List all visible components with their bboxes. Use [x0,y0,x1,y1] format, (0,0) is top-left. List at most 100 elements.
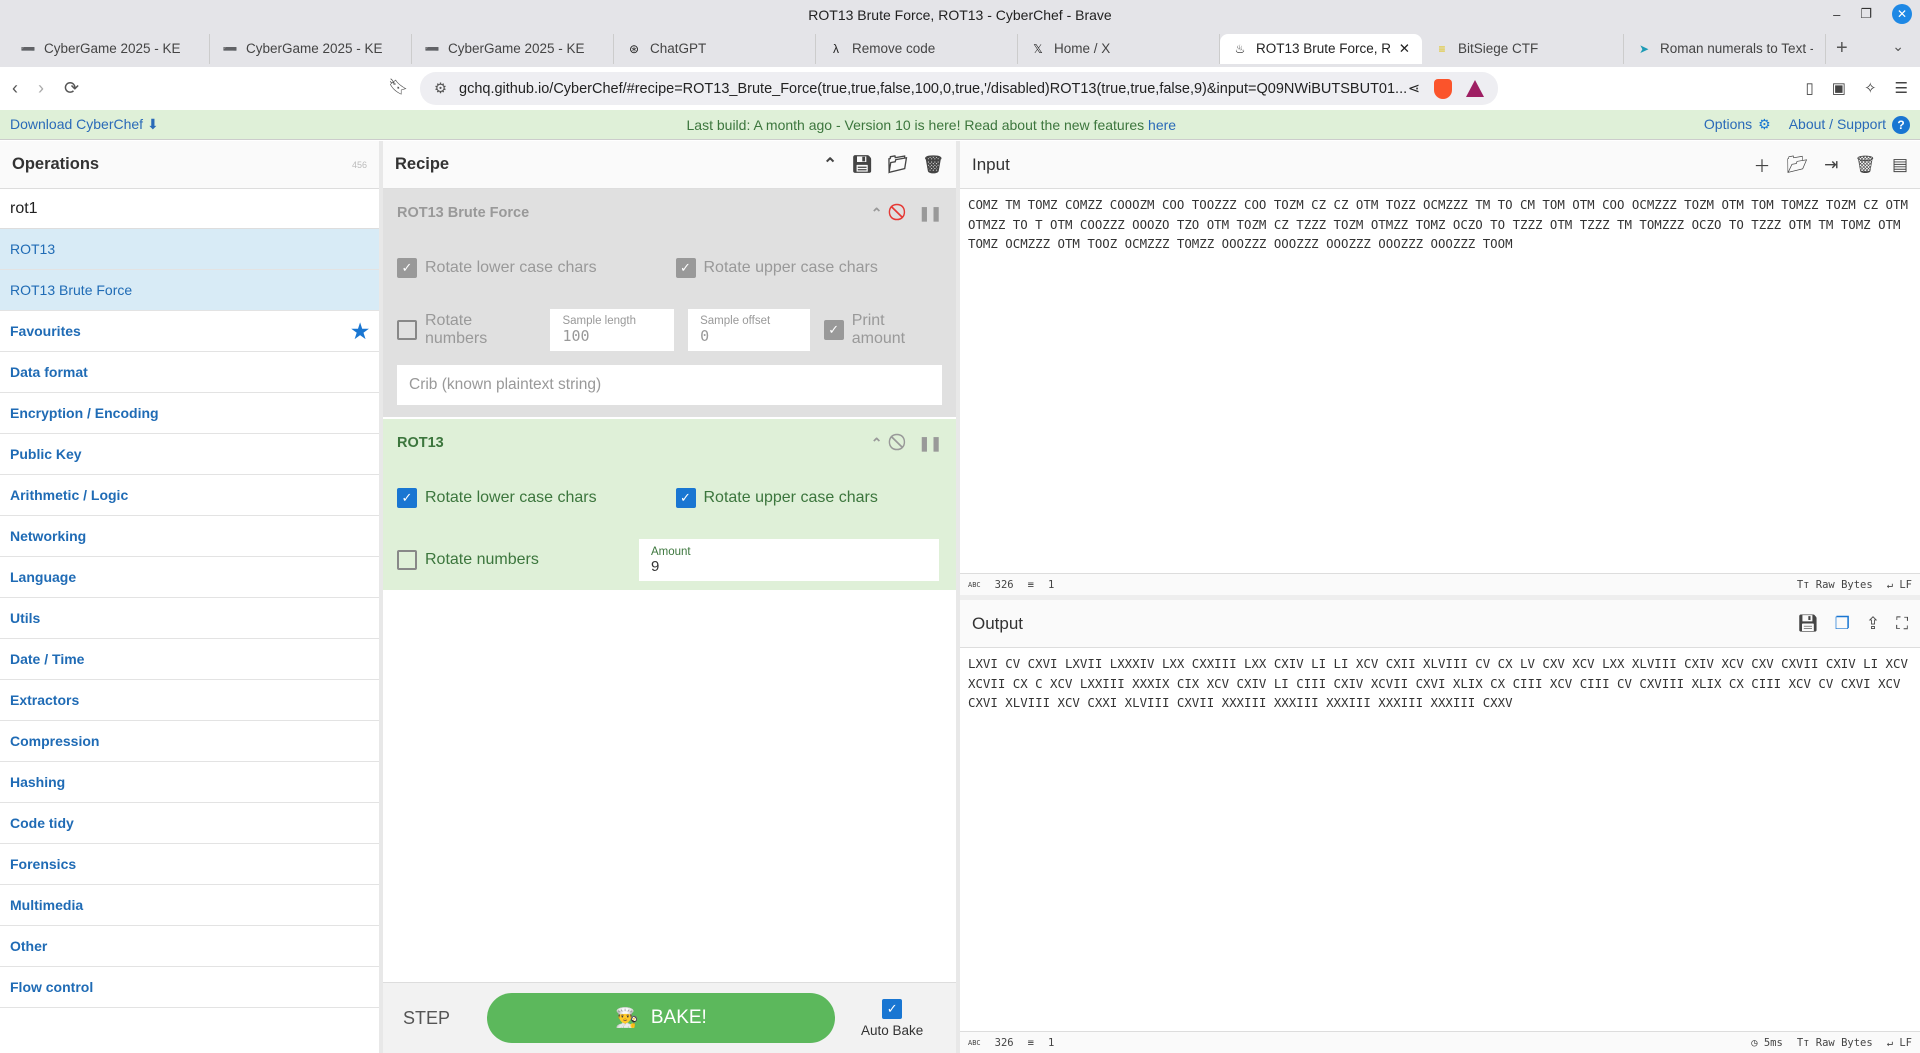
url-field[interactable]: ⚙︎ gchq.github.io/CyberChef/#recipe=ROT1… [420,72,1498,105]
eol-button[interactable]: ↵ LF [1887,1037,1912,1049]
browser-tab[interactable]: ➖ CyberGame 2025 - KE [210,33,412,64]
open-folder-icon[interactable]: ⇥ [1824,155,1838,175]
category-multimedia[interactable]: Multimedia [0,885,379,926]
share-icon[interactable]: ⋖ [1408,81,1420,97]
operations-search-input[interactable]: rot1 [0,189,379,229]
category-other[interactable]: Other [0,926,379,967]
category-label: Date / Time [10,651,85,667]
category-flow-control[interactable]: Flow control [0,967,379,1008]
rotate-lower-checkbox[interactable]: ✓ Rotate lower case chars [397,258,664,278]
download-cyberchef-link[interactable]: Download CyberChef ⬇ [10,116,159,133]
rotate-lower-checkbox[interactable]: ✓ Rotate lower case chars [397,488,664,508]
about-support-button[interactable]: About / Support? [1789,115,1910,134]
category-label: Code tidy [10,815,74,831]
rotate-numbers-checkbox[interactable]: Rotate numbers [397,550,627,570]
sidebar-toggle-icon[interactable]: ▯ [1806,79,1814,97]
amount-field[interactable]: Amount 9 [639,539,939,581]
category-hashing[interactable]: Hashing [0,762,379,803]
step-button[interactable]: STEP [403,1008,471,1029]
browser-tab[interactable]: ⊛ ChatGPT [614,33,816,64]
clear-input-icon[interactable]: 🗑︎ [1854,155,1876,175]
category-utils[interactable]: Utils [0,598,379,639]
rotate-upper-checkbox[interactable]: ✓ Rotate upper case chars [675,488,943,508]
site-settings-icon[interactable]: ⚙︎ [434,81,447,97]
bake-button[interactable]: 👨‍🍳 BAKE! [487,993,835,1043]
recipe-op-rot13[interactable]: ROT13⌃⃠❚❚ ✓Rotate lower case chars✓Rotat… [383,417,956,590]
browser-tab[interactable]: ≡ BitSiege CTF [1422,33,1624,64]
browser-tab[interactable]: ♨ ROT13 Brute Force, R ✕ [1220,33,1422,64]
sample-length-field[interactable]: Sample length 100 [550,309,675,351]
category-label: Networking [10,528,87,544]
eol-button[interactable]: ↵ LF [1887,579,1912,591]
add-input-tab-icon[interactable]: ＋ [1754,152,1771,177]
url-text[interactable]: gchq.github.io/CyberChef/#recipe=ROT13_B… [459,81,1408,97]
download-label: Download CyberChef [10,116,144,132]
save-recipe-icon[interactable]: 💾︎ [851,155,873,175]
collapse-icon[interactable]: ⌃ [871,435,883,452]
category-public-key[interactable]: Public Key [0,434,379,475]
new-tab-button[interactable]: + [1836,37,1848,60]
print-amount-checkbox[interactable]: ✓ Print amount [823,312,942,348]
replace-input-icon[interactable]: ⇪ [1866,614,1880,634]
crib-input[interactable]: Crib (known plaintext string) [397,365,942,405]
category-arithmetic-logic[interactable]: Arithmetic / Logic [0,475,379,516]
auto-bake-checkbox[interactable]: ✓ Auto Bake [861,998,923,1038]
load-recipe-icon[interactable]: 📁︎ [887,155,909,175]
io-panel: Input ＋ 📂︎ ⇥ 🗑︎ ▤ COMZ TM TOMZ COMZZ COOOZM … [960,141,1920,1053]
bake-bar: STEP 👨‍🍳 BAKE! ✓ Auto Bake [383,982,956,1053]
encoding-button[interactable]: Tт Raw Bytes [1797,579,1873,591]
close-window-button[interactable]: ✕ [1892,4,1912,24]
open-file-icon[interactable]: 📂︎ [1787,155,1809,175]
leo-ai-icon[interactable]: ✧ [1864,79,1877,97]
minimize-button[interactable]: – [1833,7,1840,22]
category-extractors[interactable]: Extractors [0,680,379,721]
clear-recipe-icon[interactable]: 🗑︎ [922,155,944,175]
collapse-icon[interactable]: ⌃ [871,205,883,222]
category-forensics[interactable]: Forensics [0,844,379,885]
category-networking[interactable]: Networking [0,516,379,557]
browser-tab[interactable]: ➖ CyberGame 2025 - KE [8,33,210,64]
browser-tab[interactable]: λ Remove code [816,33,1018,64]
brave-rewards-icon[interactable] [1466,80,1484,97]
copy-output-icon[interactable]: ❐ [1835,614,1850,634]
bookmark-icon[interactable]: 🔖︎ [388,77,408,97]
category-encryption-encoding[interactable]: Encryption / Encoding [0,393,379,434]
features-link[interactable]: here [1148,117,1176,133]
menu-icon[interactable]: ☰ [1895,79,1908,97]
category-date-time[interactable]: Date / Time [0,639,379,680]
browser-tab[interactable]: ➖ CyberGame 2025 - KE [412,33,614,64]
forward-icon[interactable]: › [38,78,44,99]
browser-tab[interactable]: ➤ Roman numerals to Text - [1624,33,1826,64]
category-data-format[interactable]: Data format [0,352,379,393]
reload-icon[interactable]: ⟳ [64,78,79,99]
brave-shields-icon[interactable] [1434,78,1452,99]
maximise-output-icon[interactable]: ⛶ [1896,614,1908,634]
operation-result[interactable]: ROT13 Brute Force [0,270,379,311]
category-compression[interactable]: Compression [0,721,379,762]
close-tab-icon[interactable]: ✕ [1399,41,1410,57]
breakpoint-icon[interactable]: ❚❚ [919,435,942,452]
sample-offset-field[interactable]: Sample offset 0 [688,309,810,351]
recipe-op-rot13-brute-force[interactable]: ROT13 Brute Force⌃⃠❚❚ ✓Rotate lower case… [383,189,956,417]
rotate-numbers-checkbox[interactable]: Rotate numbers [397,312,536,348]
input-textarea[interactable]: COMZ TM TOMZ COMZZ COOOZM COO TOOZZZ COO… [960,189,1920,575]
category-language[interactable]: Language [0,557,379,598]
save-output-icon[interactable]: 💾︎ [1797,614,1819,634]
browser-tab[interactable]: 𝕏 Home / X [1018,33,1220,64]
operation-label: ROT13 Brute Force [10,282,132,298]
category-code-tidy[interactable]: Code tidy [0,803,379,844]
collapse-all-icon[interactable]: ⌃ [823,155,837,175]
back-icon[interactable]: ‹ [12,78,18,99]
reset-layout-icon[interactable]: ▤ [1892,155,1908,175]
maximize-button[interactable]: ❐ [1860,6,1872,22]
category-favourites[interactable]: Favourites ★ [0,311,379,352]
tab-title: BitSiege CTF [1458,41,1539,56]
rotate-upper-checkbox[interactable]: ✓ Rotate upper case chars [675,258,943,278]
options-button[interactable]: Options ⚙ [1704,116,1771,133]
output-text[interactable]: LXVI CV CXVI LXVII LXXXIV LXX CXXIII LXX… [960,648,1920,719]
tab-list-chevron-icon[interactable]: ⌄ [1892,38,1904,55]
encoding-button[interactable]: Tт Raw Bytes [1797,1037,1873,1049]
wallet-icon[interactable]: ▣ [1832,79,1846,97]
breakpoint-icon[interactable]: ❚❚ [919,205,942,222]
operation-result[interactable]: ROT13 [0,229,379,270]
